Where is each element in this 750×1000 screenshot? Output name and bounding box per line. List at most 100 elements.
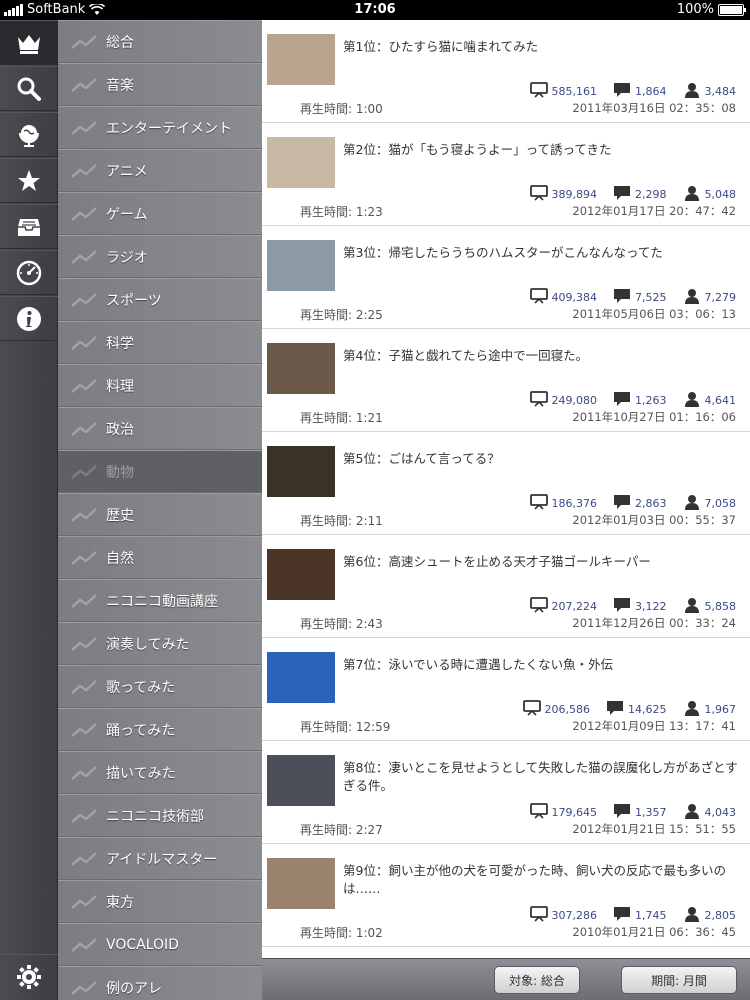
ranking-row[interactable]: 第9位：飼い主が他の犬を可愛がった時、飼い犬の反応で最も多いのは…… 307,28…	[262, 844, 750, 947]
category-item[interactable]: 総合	[58, 20, 262, 63]
category-item[interactable]: アニメ	[58, 149, 262, 192]
views-icon	[529, 82, 548, 101]
video-title: 第9位：飼い主が他の犬を可愛がった時、飼い犬の反応で最も多いのは……	[343, 863, 726, 896]
category-label: 政治	[106, 421, 134, 438]
video-thumbnail[interactable]	[267, 652, 335, 703]
comment-icon	[613, 391, 631, 410]
video-thumbnail[interactable]	[267, 549, 335, 600]
video-thumbnail[interactable]	[267, 240, 335, 291]
category-item[interactable]: 例のアレ	[58, 966, 262, 1000]
inbox-button[interactable]	[0, 204, 58, 249]
gear-icon	[17, 965, 41, 989]
ranking-row[interactable]: 第4位：子猫と戯れてたら途中で一回寝た。 249,080 1,263 4,641 再生時…	[262, 329, 750, 432]
category-item[interactable]: VOCALOID	[58, 923, 262, 966]
category-item[interactable]: ラジオ	[58, 235, 262, 278]
video-thumbnail[interactable]	[267, 34, 335, 85]
category-label: エンターテイメント	[106, 120, 232, 137]
comments-count: 2,863	[635, 497, 667, 510]
category-label: ニコニコ技術部	[106, 808, 204, 825]
info-icon	[17, 306, 41, 331]
category-item[interactable]: 演奏してみた	[58, 622, 262, 665]
views-stat: 186,376	[529, 494, 597, 513]
category-label: 踊ってみた	[106, 722, 176, 739]
views-stat: 206,586	[522, 700, 590, 719]
comments-stat: 2,298	[613, 185, 667, 204]
comment-icon	[613, 82, 631, 101]
ranking-row[interactable]: 第8位：凄いとこを見せようとして失敗した猫の誤魔化し方があざとすぎる件。 179,…	[262, 741, 750, 844]
video-stats: 207,224 3,122 5,858	[514, 597, 736, 616]
comments-stat: 3,122	[613, 597, 667, 616]
category-label: 動物	[106, 464, 134, 481]
mylist-stat: 4,641	[683, 391, 736, 410]
category-label: ラジオ	[106, 249, 148, 266]
category-item[interactable]: ニコニコ動画講座	[58, 579, 262, 622]
category-list: 総合 音楽エンターテイメントアニメ ゲームラジオスポーツ 科学 料理政治動物歴史 自然ニコ…	[58, 20, 262, 1000]
category-label: ニコニコ動画講座	[106, 593, 218, 610]
ranking-row[interactable]: 第7位：泳いでいる時に遭遇したくない魚・外伝 206,586 14,625 1,967…	[262, 638, 750, 741]
category-item[interactable]: 描いてみた	[58, 751, 262, 794]
category-item[interactable]: 歌ってみた	[58, 665, 262, 708]
globe-button[interactable]	[0, 112, 58, 157]
ranking-row[interactable]: 第6位：高速シュートを止める天才子猫ゴールキーパー 207,224 3,122 5,8…	[262, 535, 750, 638]
video-stats: 186,376 2,863 7,058	[514, 494, 736, 513]
search-button[interactable]	[0, 66, 58, 111]
gauge-button[interactable]	[0, 250, 58, 295]
comments-stat: 1,745	[613, 906, 667, 925]
category-item[interactable]: 踊ってみた	[58, 708, 262, 751]
category-item[interactable]: 歴史	[58, 493, 262, 536]
category-item[interactable]: エンターテイメント	[58, 106, 262, 149]
category-item[interactable]: 科学	[58, 321, 262, 364]
category-item[interactable]: スポーツ	[58, 278, 262, 321]
views-stat: 307,286	[529, 906, 597, 925]
video-thumbnail[interactable]	[267, 446, 335, 497]
trend-icon	[71, 679, 97, 694]
target-filter-button[interactable]: 対象: 総合	[494, 966, 580, 994]
ranking-row[interactable]: 第2位：猫が「もう寝ようよー」って誘ってきた 389,894 2,298 5,048 再…	[262, 123, 750, 226]
ranking-row[interactable]: 第3位：帰宅したらうちのハムスターがこんなんなってた 409,384 7,525 7,…	[262, 226, 750, 329]
video-thumbnail[interactable]	[267, 137, 335, 188]
ranking-list: 第1位：ひたすら猫に噛まれてみた 585,161 1,864 3,484 再生時間: 1…	[262, 20, 750, 958]
ranking-row[interactable]: 第5位：ごはんて言ってる？ 186,376 2,863 7,058 再生時間: 2:11…	[262, 432, 750, 535]
video-duration: 再生時間: 2:27	[300, 823, 383, 837]
period-filter-button[interactable]: 期間: 月間	[621, 966, 737, 994]
icon-rail	[0, 20, 58, 1000]
settings-button[interactable]	[0, 954, 58, 999]
category-label: 歌ってみた	[106, 679, 176, 696]
category-item[interactable]: 自然	[58, 536, 262, 579]
favorites-button[interactable]	[0, 158, 58, 203]
mylist-stat: 1,967	[683, 700, 737, 719]
trend-icon	[71, 292, 97, 307]
category-item[interactable]: 音楽	[58, 63, 262, 106]
category-label: 描いてみた	[106, 765, 176, 782]
info-button[interactable]	[0, 296, 58, 341]
user-icon	[683, 700, 701, 719]
post-date: 2011年12月26日 00：33：24	[572, 616, 736, 630]
post-date: 2012年01月03日 00：55：37	[572, 513, 736, 527]
comment-icon	[606, 700, 624, 719]
mylist-count: 1,967	[704, 703, 737, 716]
category-item[interactable]: 動物	[58, 450, 262, 493]
category-item[interactable]: 政治	[58, 407, 262, 450]
category-label: VOCALOID	[106, 936, 179, 953]
category-item[interactable]: 東方	[58, 880, 262, 923]
mylist-stat: 7,279	[683, 288, 737, 307]
video-thumbnail[interactable]	[267, 755, 335, 806]
star-icon	[18, 169, 40, 191]
user-icon	[683, 803, 701, 822]
mylist-count: 7,279	[704, 291, 737, 304]
inbox-icon	[18, 218, 40, 236]
mylist-stat: 2,805	[683, 906, 736, 925]
trend-icon	[71, 722, 97, 737]
trend-icon	[71, 464, 97, 479]
category-item[interactable]: ニコニコ技術部	[58, 794, 262, 837]
category-item[interactable]: アイドルマスター	[58, 837, 262, 880]
video-thumbnail[interactable]	[267, 858, 335, 909]
views-count: 207,224	[551, 600, 598, 613]
ranking-button[interactable]	[0, 20, 58, 65]
video-thumbnail[interactable]	[267, 343, 335, 394]
ranking-row[interactable]: 第1位：ひたすら猫に噛まれてみた 585,161 1,864 3,484 再生時間: 1…	[262, 20, 750, 123]
category-item[interactable]: ゲーム	[58, 192, 262, 235]
trend-icon	[71, 937, 97, 952]
category-item[interactable]: 料理	[58, 364, 262, 407]
video-duration: 再生時間: 1:02	[300, 926, 383, 940]
